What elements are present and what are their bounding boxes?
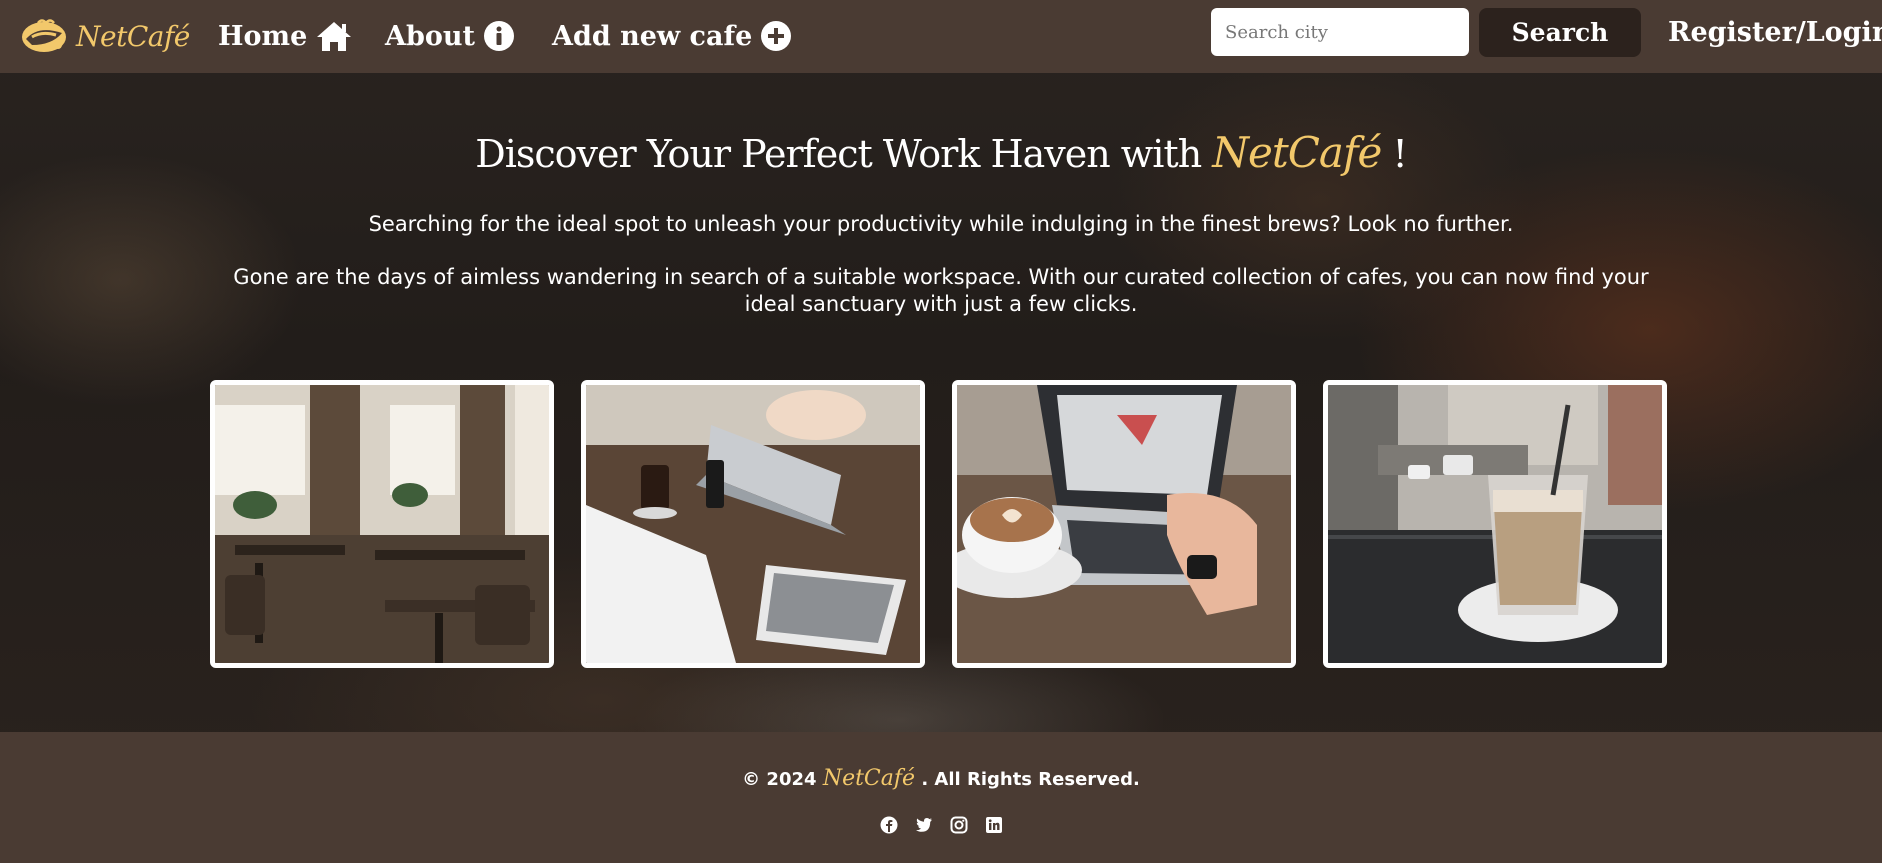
gallery-card-latte-window — [1323, 380, 1667, 668]
nav-home-link[interactable]: Home — [218, 14, 353, 58]
search-button[interactable]: Search — [1479, 8, 1641, 57]
copyright-text: © 2024 NetCafé . All Rights Reserved. — [0, 766, 1882, 791]
hero-title-brand: NetCafé — [1212, 128, 1382, 177]
register-login-link[interactable]: Register/Login — [1668, 10, 1882, 54]
nav-add-cafe-label: Add new cafe — [552, 20, 753, 52]
cafe-interior-photo — [215, 385, 549, 663]
brand[interactable]: NetCafé — [18, 14, 190, 58]
coffee-and-laptop-photo — [957, 385, 1291, 663]
nav-about-link[interactable]: About — [385, 14, 515, 58]
hero-paragraph-1: Searching for the ideal spot to unleash … — [368, 212, 1514, 236]
info-icon — [483, 20, 515, 52]
latte-by-window-photo — [1328, 385, 1662, 663]
plus-circle-icon — [760, 20, 792, 52]
gallery-card-people-laptop — [581, 380, 925, 668]
navbar: NetCafé Home About Add new cafe Search R… — [0, 0, 1882, 73]
gallery-card-coffee-laptop — [952, 380, 1296, 668]
search-city-input[interactable] — [1211, 8, 1469, 56]
home-icon — [315, 20, 353, 52]
hero-title-text: Discover Your Perfect Work Haven with — [475, 132, 1202, 176]
copyright-prefix: © 2024 — [742, 769, 817, 790]
hero-title: Discover Your Perfect Work Haven with Ne… — [0, 128, 1882, 177]
footer: © 2024 NetCafé . All Rights Reserved. — [0, 732, 1882, 863]
hero-paragraph-2: Gone are the days of aimless wandering i… — [233, 265, 1649, 316]
nav-add-cafe-link[interactable]: Add new cafe — [552, 14, 792, 58]
twitter-icon[interactable] — [915, 816, 933, 834]
footer-brand: NetCafé — [822, 766, 916, 791]
linkedin-icon[interactable] — [985, 816, 1003, 834]
logo-icon — [22, 19, 66, 52]
copyright-suffix: . All Rights Reserved. — [921, 769, 1140, 790]
social-links — [0, 816, 1882, 834]
hero-title-exclamation: ! — [1392, 132, 1407, 176]
brand-name: NetCafé — [76, 19, 190, 53]
gallery-card-cafe-interior — [210, 380, 554, 668]
instagram-icon[interactable] — [950, 816, 968, 834]
nav-home-label: Home — [218, 20, 308, 52]
facebook-icon[interactable] — [880, 816, 898, 834]
people-with-laptop-photo — [586, 385, 920, 663]
nav-about-label: About — [385, 20, 475, 52]
